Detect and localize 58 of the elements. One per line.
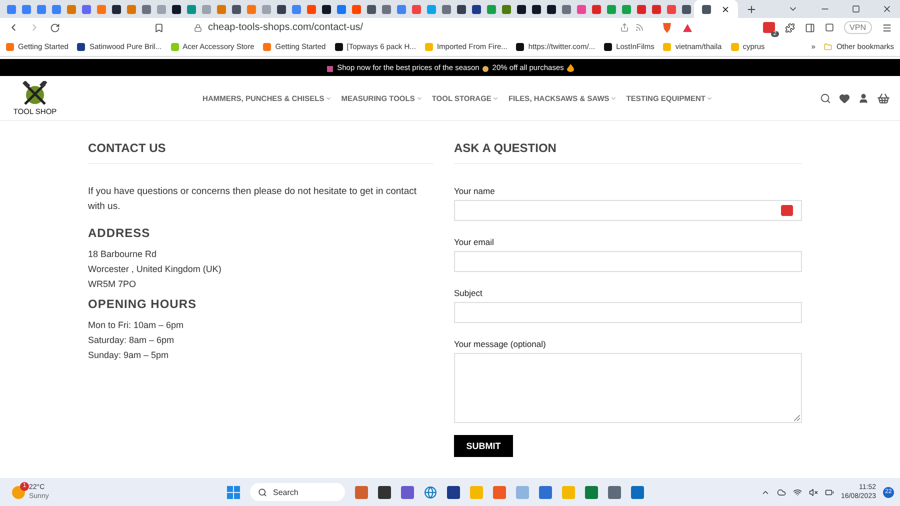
share-icon[interactable]: [620, 23, 629, 32]
new-tab-icon[interactable]: [746, 4, 757, 14]
close-icon[interactable]: [721, 4, 730, 14]
vpn-button[interactable]: VPN: [844, 21, 872, 34]
bookmark-icon[interactable]: [154, 22, 164, 32]
info-line: Mon to Fri: 10am – 6pm: [88, 319, 185, 332]
heart-icon[interactable]: [839, 92, 850, 104]
input-field[interactable]: [454, 200, 802, 221]
field-label: Your message (optional): [454, 339, 547, 349]
info-line: WR5M 7PO: [88, 278, 138, 291]
fire-icon: [566, 64, 574, 72]
caret-icon: [325, 94, 332, 102]
close-icon[interactable]: [882, 4, 892, 14]
browser-icon[interactable]: [424, 486, 437, 498]
search-icon: [258, 488, 267, 496]
lock-icon: [194, 24, 202, 32]
form-title: ASK A QUESTION: [454, 139, 802, 164]
extensions-icon[interactable]: [784, 22, 795, 32]
mute-icon[interactable]: [808, 488, 818, 496]
info-line: 18 Barbourne Rd: [88, 248, 158, 261]
address-bar[interactable]: cheap-tools-shops.com/contact-us/: [208, 22, 614, 33]
resize-handle-icon[interactable]: [794, 415, 800, 421]
browser-tab[interactable]: [694, 0, 738, 18]
section-heading: OPENING HOURS: [88, 297, 198, 311]
wifi-icon[interactable]: [792, 488, 802, 496]
reload-icon[interactable]: [50, 22, 60, 32]
hammer-logo-icon[interactable]: [22, 80, 48, 106]
shopping-bag-icon: [326, 64, 334, 72]
field-label: Your name: [454, 186, 496, 196]
user-icon[interactable]: [858, 92, 869, 104]
search-placeholder: Search: [273, 488, 298, 496]
caret-icon: [492, 94, 500, 102]
maximize-icon[interactable]: [852, 5, 860, 13]
caret-icon: [610, 94, 618, 102]
feed-icon[interactable]: [634, 23, 644, 32]
section-heading: ADDRESS: [88, 226, 152, 240]
basket-icon[interactable]: [877, 92, 890, 104]
search-icon[interactable]: [820, 92, 831, 104]
menu-icon[interactable]: [882, 22, 892, 32]
field-label: Your email: [454, 237, 495, 247]
info-line: Saturday: 8am – 6pm: [88, 334, 176, 347]
sidebar-icon[interactable]: [804, 22, 815, 32]
caret-icon: [416, 94, 423, 102]
taskbar-search[interactable]: Search: [250, 483, 345, 501]
input-field[interactable]: [454, 251, 802, 272]
section-title: CONTACT US: [88, 139, 433, 164]
triangle-icon[interactable]: [682, 22, 693, 32]
field-label: Subject: [454, 288, 484, 298]
cloud-icon[interactable]: [776, 488, 786, 496]
input-field[interactable]: [454, 302, 802, 323]
submit-button[interactable]: SUBMIT: [454, 435, 513, 457]
intro-text: If you have questions or concerns then please do not hesitate to get in contact with us.: [88, 185, 418, 214]
message-field[interactable]: [454, 353, 802, 423]
caret-icon: [706, 94, 714, 102]
info-line: Sunday: 9am – 5pm: [88, 349, 170, 362]
battery-icon[interactable]: [824, 488, 834, 496]
start-icon[interactable]: [227, 486, 240, 498]
info-line: Worcester , United Kingdom (UK): [88, 263, 222, 276]
